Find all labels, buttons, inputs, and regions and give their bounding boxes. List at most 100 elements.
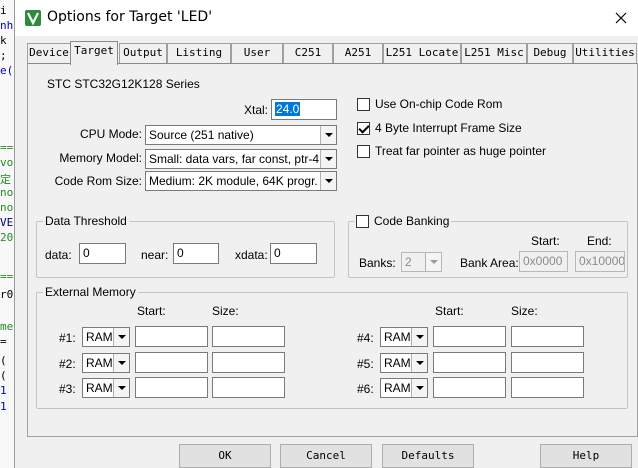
cpu-mode-label: CPU Mode: [79,127,142,141]
help-button[interactable]: Help [540,444,632,468]
keil-uvision-icon [25,10,41,26]
ext-memory-type-select[interactable]: RAM [82,353,130,373]
editor-line: vo [0,156,14,169]
near-label: near: [141,248,169,262]
chevron-down-icon[interactable] [113,354,129,372]
data-threshold-input[interactable]: 0 [79,243,126,264]
ext-memory-type-select[interactable]: RAM [380,353,428,373]
chevron-down-icon[interactable] [411,354,427,372]
bank-area-end-input[interactable]: 0x10000 [575,251,625,272]
far-pointer-huge-checkbox[interactable]: Treat far pointer as huge pointer [357,144,546,158]
tab-target[interactable]: Target [70,41,118,65]
ext-start-input[interactable] [433,326,506,347]
bank-area-start-input[interactable]: 0x0000 [519,251,568,272]
ext-size-header: Size: [511,304,538,318]
ext-memory-type-select[interactable]: RAM [82,378,130,398]
ext-memory-type-select[interactable]: RAM [380,378,428,398]
data-threshold-group: Data Threshold data: 0 near: 0 xdata: 0 [36,214,335,278]
banks-select[interactable]: 2 [401,252,442,272]
ext-size-input[interactable] [511,377,584,398]
tab-l251-misc[interactable]: L251 Misc [461,43,527,63]
bank-area-label: Bank Area: [460,256,519,270]
ext-row-label: #5: [357,357,374,371]
ext-start-input[interactable] [135,377,208,398]
editor-line: i [0,4,7,17]
editor-line: 1 [0,384,7,397]
editor-line: = [0,335,7,348]
editor-line: no [0,201,14,214]
interrupt-frame-checkbox[interactable]: 4 Byte Interrupt Frame Size [357,121,522,135]
checkbox-checked-icon[interactable] [357,121,370,135]
checkbox-box[interactable] [357,144,370,158]
ext-start-input[interactable] [135,326,208,347]
defaults-button[interactable]: Defaults [382,444,474,468]
editor-line: me [0,320,14,333]
editor-line: == [0,141,14,154]
chevron-down-icon[interactable] [113,328,129,346]
ext-start-input[interactable] [433,377,506,398]
data-label: data: [45,248,72,262]
ok-button[interactable]: OK [179,444,271,468]
chevron-down-icon[interactable] [320,172,336,190]
tab-a251[interactable]: A251 [333,43,383,63]
ext-start-input[interactable] [135,352,208,373]
ext-row-label: #6: [357,382,374,396]
close-icon[interactable] [609,6,633,30]
editor-line: r0 [0,288,14,301]
editor-line: == [0,270,14,283]
tab-debug[interactable]: Debug [527,43,573,63]
ext-start-header: Start: [137,304,166,318]
editor-line: ( [0,369,7,382]
ext-size-input[interactable] [511,326,584,347]
near-threshold-input[interactable]: 0 [173,243,219,264]
ext-size-input[interactable] [212,326,285,347]
ext-row-label: #2: [59,357,76,371]
memory-model-select[interactable]: Small: data vars, far const, ptr-4 [145,149,337,169]
tab-c251[interactable]: C251 [283,43,333,63]
code-rom-size-select[interactable]: Medium: 2K module, 64K progr. [145,171,337,191]
bank-start-header: Start: [531,234,560,248]
ext-memory-type-select[interactable]: RAM [82,327,130,347]
tab-l251-locate[interactable]: L251 Locate [383,43,461,63]
tab-utilities[interactable]: Utilities [573,43,637,63]
chevron-down-icon[interactable] [425,253,441,271]
chevron-down-icon[interactable] [320,150,336,168]
tab-device[interactable]: Device [27,43,71,63]
chevron-down-icon[interactable] [320,126,336,144]
editor-line: 20 [0,231,14,244]
xdata-label: xdata: [235,248,268,262]
external-memory-group: External Memory Start: Size: Start: Size… [36,285,628,409]
ext-size-input[interactable] [511,352,584,373]
checkbox-box[interactable] [356,214,369,228]
tab-user[interactable]: User [231,43,283,63]
ext-row-label: #4: [357,331,374,345]
editor-line: VE [0,216,14,229]
ext-size-input[interactable] [212,377,285,398]
ext-start-input[interactable] [433,352,506,373]
code-banking-checkbox[interactable]: Code Banking [354,214,452,228]
xdata-threshold-input[interactable]: 0 [270,243,317,264]
use-onchip-rom-checkbox[interactable]: Use On-chip Code Rom [357,97,502,111]
xtal-input[interactable]: 24.0 [271,99,337,120]
chevron-down-icon[interactable] [411,379,427,397]
ext-row-label: #1: [59,331,76,345]
target-tab-panel: STC STC32G12K128 Series Xtal: 24.0 CPU M… [27,63,638,437]
ext-start-header: Start: [435,304,464,318]
title-bar[interactable]: Options for Target 'LED' [15,0,638,36]
cancel-button[interactable]: Cancel [280,444,372,468]
options-dialog: Options for Target 'LED' Device Target O… [14,0,638,468]
cpu-mode-select[interactable]: Source (251 native) [145,125,337,145]
code-banking-group: Code Banking Start: End: Banks: 2 Bank A… [348,214,628,278]
ext-size-input[interactable] [212,352,285,373]
chevron-down-icon[interactable] [113,379,129,397]
tab-listing[interactable]: Listing [167,43,231,63]
editor-line: no [0,186,14,199]
memory-model-label: Memory Model: [59,151,142,165]
checkbox-box[interactable] [357,97,370,111]
device-name: STC STC32G12K128 Series [47,77,200,91]
ext-memory-type-select[interactable]: RAM [380,327,428,347]
editor-line: ; [0,49,7,62]
tab-output[interactable]: Output [119,43,167,63]
chevron-down-icon[interactable] [411,328,427,346]
editor-line: 定 [0,173,11,186]
